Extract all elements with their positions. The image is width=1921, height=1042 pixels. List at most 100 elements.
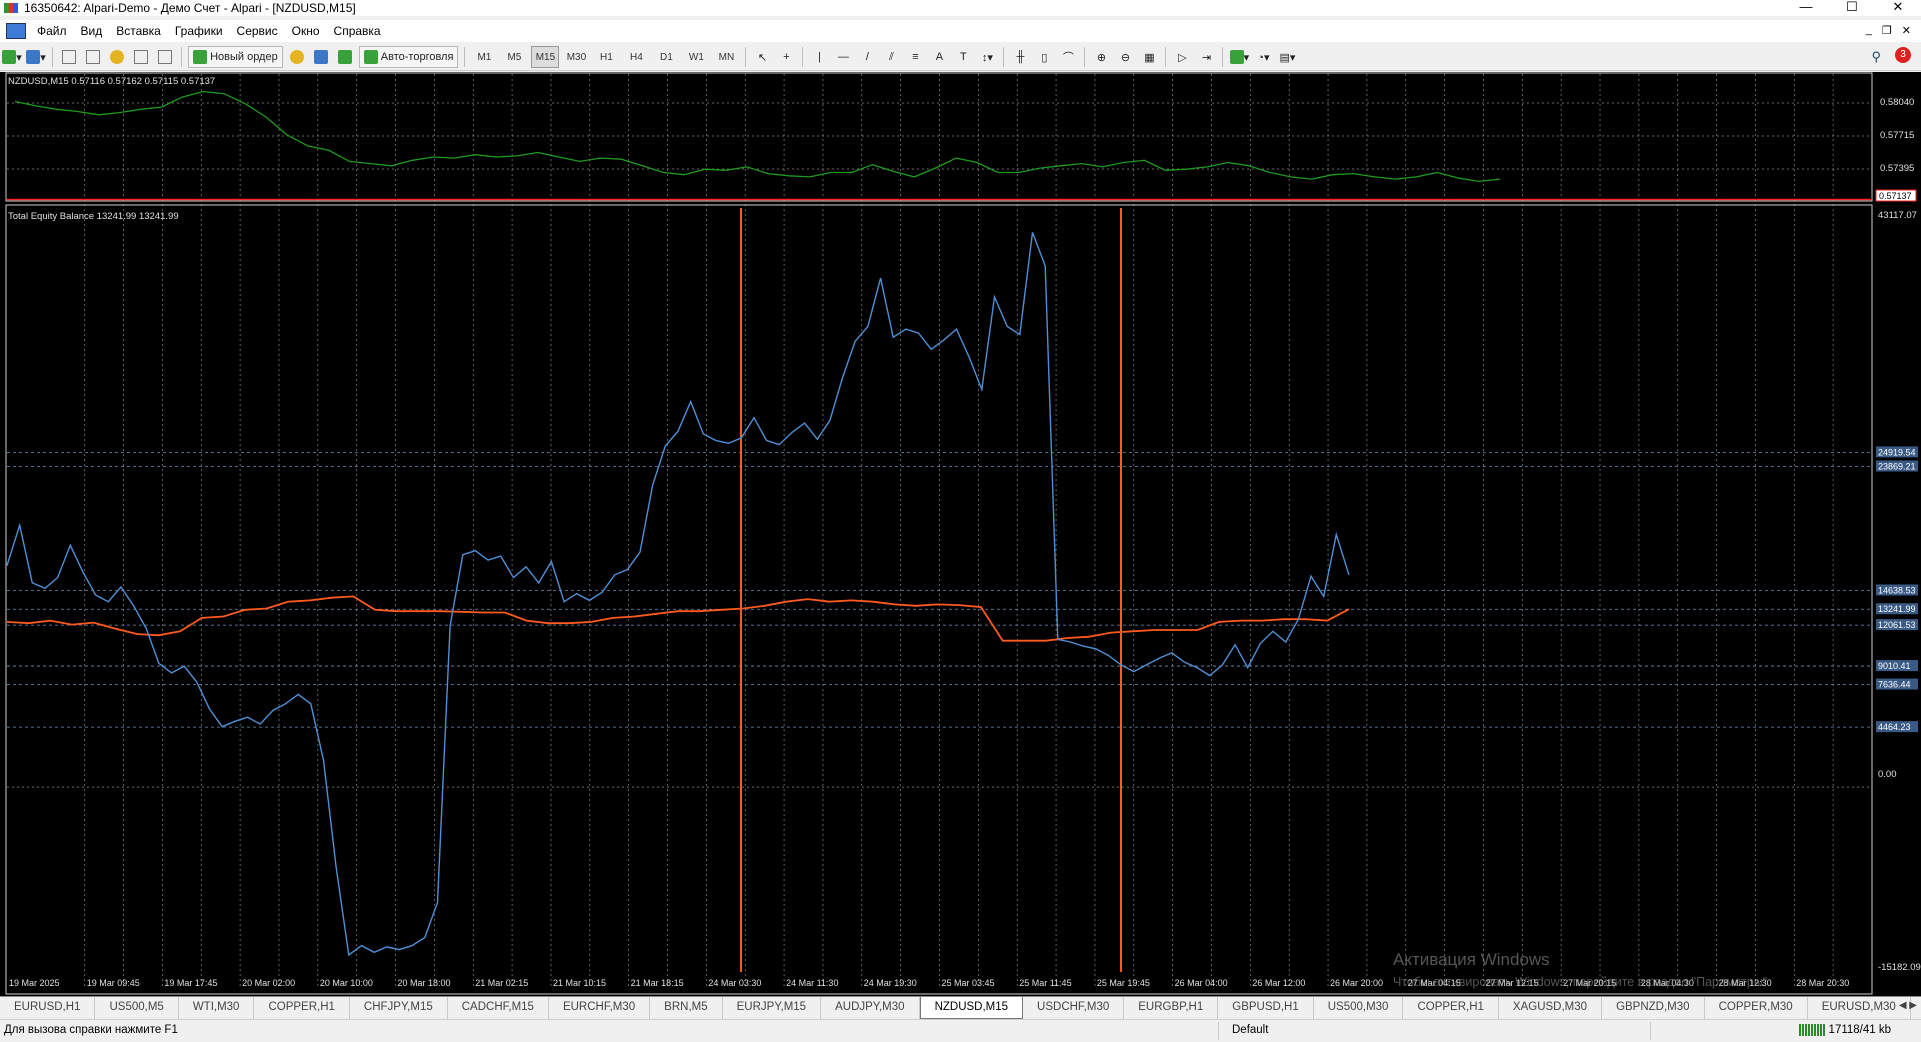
indicator-panel-frame bbox=[5, 204, 1873, 995]
autotrading-button[interactable]: Авто-торговля bbox=[358, 46, 459, 68]
time-axis-label: 21 Mar 18:15 bbox=[631, 978, 684, 988]
price-axis-label: 0.58040 bbox=[1880, 97, 1914, 108]
indicator-levels: 24919.54 23869.21 14638.53 13241.99 12061.53… bbox=[7, 446, 1918, 733]
chart-tab[interactable]: WTI,M30 bbox=[179, 997, 255, 1019]
timeframe-m1[interactable]: M1 bbox=[471, 47, 497, 67]
chart-tab[interactable]: GBPNZD,M30 bbox=[1602, 997, 1705, 1019]
chart-tab[interactable]: EURGBP,H1 bbox=[1124, 997, 1219, 1019]
time-axis-label: 25 Mar 03:45 bbox=[942, 978, 995, 988]
chart-tab[interactable]: EURUSD,M30 bbox=[1808, 997, 1911, 1019]
autoscroll-icon[interactable]: ▷ bbox=[1172, 47, 1192, 67]
chart-tab[interactable]: CHFJPY,M15 bbox=[350, 997, 448, 1019]
close-button[interactable]: ✕ bbox=[1875, 0, 1921, 16]
candlestick-icon[interactable]: ▯ bbox=[1034, 47, 1054, 67]
chart-tab[interactable]: EURJPY,M15 bbox=[723, 997, 822, 1019]
chart-tab[interactable]: EURCHF,M30 bbox=[549, 997, 651, 1019]
menu-view[interactable]: Вид bbox=[74, 24, 110, 38]
zoom-in-icon[interactable]: ⊕ bbox=[1091, 47, 1111, 67]
zoom-out-icon[interactable]: ⊖ bbox=[1115, 47, 1135, 67]
timeframe-mn[interactable]: MN bbox=[713, 47, 739, 67]
market-watch-icon[interactable] bbox=[59, 47, 79, 67]
cursor-icon[interactable]: ↖ bbox=[752, 47, 772, 67]
arrows-icon[interactable]: ↕▾ bbox=[977, 47, 997, 67]
menu-window[interactable]: Окно bbox=[285, 24, 327, 38]
timeframe-h1[interactable]: H1 bbox=[593, 47, 619, 67]
chart-tab[interactable]: COPPER,H1 bbox=[254, 997, 350, 1019]
mdi-chart-icon[interactable] bbox=[6, 23, 26, 39]
price-panel-info: NZDUSD,M15 0.57116 0.57162 0.57115 0.571… bbox=[8, 76, 215, 87]
time-axis-label: 19 Mar 2025 bbox=[9, 978, 60, 988]
chart-tab[interactable]: US500,M5 bbox=[95, 997, 179, 1019]
timeframe-m5[interactable]: M5 bbox=[501, 47, 527, 67]
maximize-button[interactable]: ☐ bbox=[1829, 0, 1875, 16]
indicator-bottom-label: -15182.09 bbox=[1878, 962, 1921, 973]
balance-series-line bbox=[6, 595, 1350, 642]
indicators-icon[interactable]: ▾ bbox=[1229, 47, 1249, 67]
connection-bars-icon bbox=[1798, 1024, 1825, 1036]
new-chart-icon[interactable]: ▾ bbox=[2, 47, 22, 67]
menu-file[interactable]: Файл bbox=[30, 24, 74, 38]
menu-charts[interactable]: Графики bbox=[168, 24, 230, 38]
chart-tab[interactable]: XAGUSD,M30 bbox=[1499, 997, 1603, 1019]
menu-help[interactable]: Справка bbox=[327, 24, 388, 38]
signals-icon[interactable] bbox=[311, 47, 331, 67]
mdi-close-button[interactable]: ✕ bbox=[1902, 24, 1911, 37]
timeframe-d1[interactable]: D1 bbox=[653, 47, 679, 67]
chart-tab[interactable]: COPPER,M30 bbox=[1705, 997, 1808, 1019]
equidistant-channel-icon[interactable]: ⫽ bbox=[881, 47, 901, 67]
indicator-top-label: 43117.07 bbox=[1878, 210, 1917, 221]
chart-tab[interactable]: CADCHF,M15 bbox=[448, 997, 549, 1019]
current-price-label: 0.57137 bbox=[1879, 191, 1912, 201]
data-window-icon[interactable] bbox=[83, 47, 103, 67]
timeframe-h4[interactable]: H4 bbox=[623, 47, 649, 67]
minimize-button[interactable]: — bbox=[1783, 0, 1829, 16]
status-help-text: Для вызова справки нажмите F1 bbox=[4, 1024, 178, 1036]
vertical-line-icon[interactable]: | bbox=[809, 47, 829, 67]
timeframe-m30[interactable]: M30 bbox=[563, 47, 589, 67]
chart-tab[interactable]: EURUSD,H1 bbox=[0, 997, 96, 1019]
templates-icon[interactable]: ▤▾ bbox=[1277, 47, 1297, 67]
chart-canvas[interactable]: NZDUSD,M15 0.57116 0.57162 0.57115 0.571… bbox=[0, 72, 1921, 996]
metaeditor-icon[interactable] bbox=[287, 47, 307, 67]
fibonacci-icon[interactable]: ≡ bbox=[905, 47, 925, 67]
chart-tab[interactable]: NZDUSD,M15 bbox=[919, 997, 1024, 1019]
alerts-badge[interactable]: 3 bbox=[1895, 47, 1911, 63]
menu-insert[interactable]: Вставка bbox=[109, 24, 168, 38]
time-axis-label: 19 Mar 09:45 bbox=[87, 978, 140, 988]
line-chart-icon[interactable]: ⌒ bbox=[1058, 47, 1078, 67]
tab-scroll-arrows[interactable]: ◀ ▶ bbox=[1899, 1000, 1917, 1011]
chart-tab[interactable]: USDCHF,M30 bbox=[1023, 997, 1125, 1019]
chart-tab[interactable]: US500,M30 bbox=[1314, 997, 1404, 1019]
text-label-icon[interactable]: T bbox=[953, 47, 973, 67]
chart-window[interactable]: NZDUSD,M15 0.57116 0.57162 0.57115 0.571… bbox=[0, 72, 1921, 996]
chart-tab[interactable]: BRN,M5 bbox=[650, 997, 723, 1019]
strategy-tester-icon[interactable] bbox=[155, 47, 175, 67]
chart-shift-icon[interactable]: ⇥ bbox=[1196, 47, 1216, 67]
chart-tab[interactable]: COPPER,H1 bbox=[1403, 997, 1499, 1019]
price-series-line bbox=[14, 90, 1501, 183]
vps-icon[interactable] bbox=[335, 47, 355, 67]
horizontal-line-icon[interactable]: — bbox=[833, 47, 853, 67]
chart-tab[interactable]: AUDJPY,M30 bbox=[821, 997, 920, 1019]
new-order-button[interactable]: Новый ордер bbox=[188, 46, 283, 68]
menu-tools[interactable]: Сервис bbox=[230, 24, 285, 38]
periods-icon[interactable]: ◔▾ bbox=[1253, 47, 1273, 67]
crosshair-icon[interactable]: + bbox=[776, 47, 796, 67]
level-label: 14638.53 bbox=[1878, 585, 1916, 595]
timeframe-m15[interactable]: M15 bbox=[531, 46, 560, 68]
bar-chart-icon[interactable]: ╫ bbox=[1010, 47, 1030, 67]
price-panel-frame bbox=[5, 72, 1873, 202]
chart-tab[interactable]: GBPUSD,H1 bbox=[1218, 997, 1314, 1019]
mdi-restore-button[interactable]: ❐ bbox=[1882, 24, 1892, 37]
tile-windows-icon[interactable]: ▦ bbox=[1139, 47, 1159, 67]
search-icon[interactable]: ⚲ bbox=[1871, 49, 1881, 65]
level-label: 13241.99 bbox=[1878, 604, 1916, 614]
trendline-icon[interactable]: / bbox=[857, 47, 877, 67]
navigator-icon[interactable] bbox=[107, 47, 127, 67]
mdi-minimize-button[interactable]: _ bbox=[1866, 24, 1872, 37]
window-title: 16350642: Alpari-Demo - Демо Счет - Alpa… bbox=[24, 1, 356, 15]
profiles-icon[interactable]: ▾ bbox=[26, 47, 46, 67]
timeframe-w1[interactable]: W1 bbox=[683, 47, 709, 67]
text-tool-icon[interactable]: A bbox=[929, 47, 949, 67]
terminal-icon[interactable] bbox=[131, 47, 151, 67]
